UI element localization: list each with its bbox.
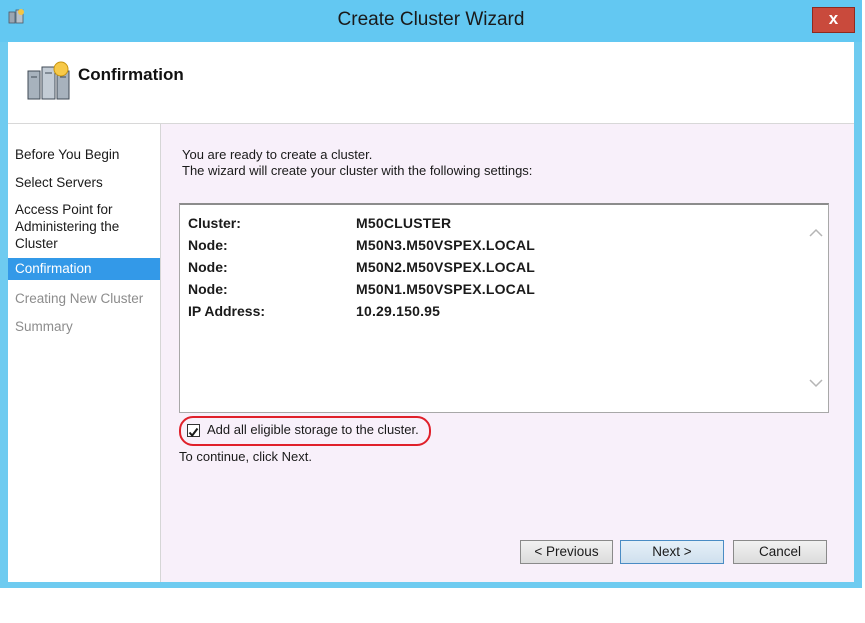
settings-value: M50N2.M50VSPEX.LOCAL [356, 259, 536, 275]
settings-label: Node: [188, 237, 228, 253]
title-bar[interactable]: Create Cluster Wizard x [0, 0, 862, 42]
cluster-servers-icon [27, 61, 70, 100]
settings-label: Cluster: [188, 215, 241, 231]
next-button[interactable]: Next > [620, 540, 724, 564]
settings-value: 10.29.150.95 [356, 303, 441, 319]
wizard-client-area: Confirmation Before You Begin Select Ser… [8, 42, 854, 582]
page-title: Confirmation [78, 65, 184, 84]
scroll-up-icon[interactable] [808, 227, 824, 239]
settings-label: Node: [188, 281, 228, 297]
step-access-point[interactable]: Access Point for Administering the Clust… [8, 201, 160, 252]
step-confirmation[interactable]: Confirmation [8, 258, 160, 280]
intro-line-2: The wizard will create your cluster with… [182, 163, 533, 178]
settings-value: M50N3.M50VSPEX.LOCAL [356, 237, 536, 253]
close-icon: x [828, 9, 839, 28]
settings-list[interactable]: Cluster: M50CLUSTER Node: M50N3.M50VSPEX… [179, 203, 829, 413]
window-title: Create Cluster Wizard [337, 9, 525, 30]
wizard-header: Confirmation [8, 42, 854, 124]
step-summary: Summary [15, 319, 73, 334]
add-storage-option[interactable]: Add all eligible storage to the cluster. [179, 416, 433, 446]
wizard-step-list: Before You Begin Select Servers Access P… [8, 124, 161, 582]
wizard-content: You are ready to create a cluster. The w… [161, 124, 854, 582]
add-storage-label[interactable]: Add all eligible storage to the cluster. [207, 422, 419, 437]
intro-text: You are ready to create a cluster. The w… [182, 147, 532, 179]
scroll-down-icon[interactable] [808, 377, 824, 389]
wizard-window: Create Cluster Wizard x Confirmation Bef… [0, 0, 862, 588]
checkmark-icon [188, 427, 199, 438]
add-storage-checkbox[interactable] [187, 424, 200, 438]
cancel-button[interactable]: Cancel [733, 540, 827, 564]
continue-instruction: To continue, click Next. [179, 449, 312, 464]
intro-line-1: You are ready to create a cluster. [182, 147, 373, 162]
step-creating-new-cluster: Creating New Cluster [15, 291, 144, 306]
previous-button[interactable]: < Previous [520, 540, 613, 564]
settings-value: M50CLUSTER [356, 215, 452, 231]
settings-value: M50N1.M50VSPEX.LOCAL [356, 281, 536, 297]
step-select-servers[interactable]: Select Servers [8, 174, 160, 191]
settings-label: Node: [188, 259, 228, 275]
settings-label: IP Address: [188, 303, 266, 319]
step-before-you-begin[interactable]: Before You Begin [8, 146, 160, 163]
close-button[interactable]: x [812, 7, 855, 33]
